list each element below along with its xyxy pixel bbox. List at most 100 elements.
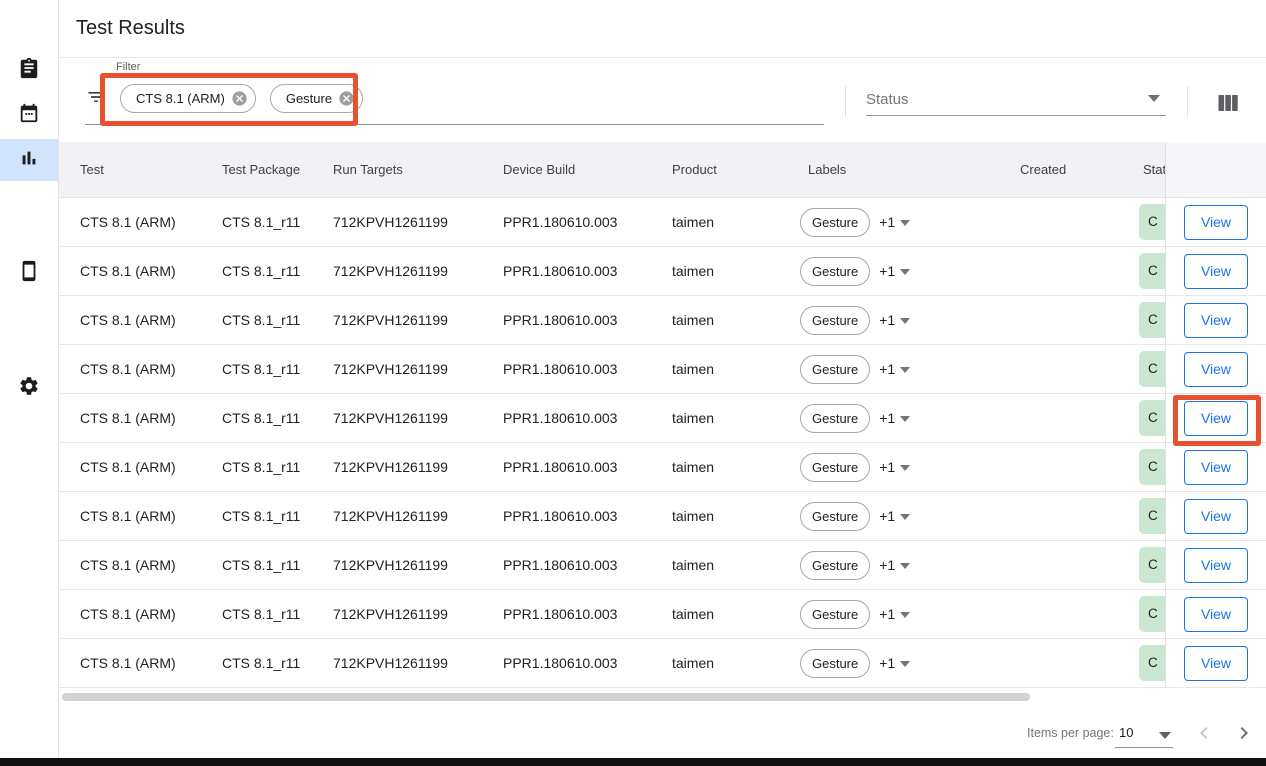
more-labels-dropdown[interactable]: +1 xyxy=(879,557,910,573)
cell-test: CTS 8.1 (ARM) xyxy=(59,361,201,377)
calendar-icon xyxy=(18,102,40,129)
remove-chip-icon[interactable] xyxy=(338,90,355,107)
more-labels-dropdown[interactable]: +1 xyxy=(879,655,910,671)
chip-label: CTS 8.1 (ARM) xyxy=(136,91,225,106)
cell-run-targets: 712KPVH1261199 xyxy=(312,459,482,475)
more-labels-dropdown[interactable]: +1 xyxy=(879,410,910,426)
cell-action: View xyxy=(1166,639,1266,688)
cell-labels: Gesture +1 xyxy=(787,404,999,433)
cell-product: taimen xyxy=(651,459,787,475)
cell-product: taimen xyxy=(651,508,787,524)
cell-test-package: CTS 8.1_r11 xyxy=(201,312,312,328)
items-per-page-select[interactable]: 10 xyxy=(1115,722,1173,748)
cell-labels: Gesture +1 xyxy=(787,453,999,482)
view-button[interactable]: View xyxy=(1184,548,1248,583)
label-chip-text: Gesture xyxy=(812,215,858,230)
table-row: CTS 8.1 (ARM) CTS 8.1_r11 712KPVH1261199… xyxy=(59,443,1266,492)
filter-list-icon xyxy=(86,87,106,107)
remove-chip-icon[interactable] xyxy=(231,90,248,107)
table-header: Test Test Package Run Targets Device Bui… xyxy=(59,142,1266,198)
view-button[interactable]: View xyxy=(1184,303,1248,338)
label-chip-text: Gesture xyxy=(812,607,858,622)
items-per-page-value: 10 xyxy=(1119,725,1133,740)
view-columns-button[interactable] xyxy=(1216,92,1240,112)
cell-run-targets: 712KPVH1261199 xyxy=(312,606,482,622)
horizontal-scrollbar-thumb[interactable] xyxy=(62,693,1030,701)
label-chip: Gesture xyxy=(800,306,870,335)
cell-test: CTS 8.1 (ARM) xyxy=(59,459,201,475)
cell-action: View xyxy=(1166,345,1266,394)
bar-chart-icon xyxy=(18,147,40,174)
toolbar-divider xyxy=(1187,86,1188,117)
cell-run-targets: 712KPVH1261199 xyxy=(312,557,482,573)
dropdown-arrow-icon xyxy=(1159,732,1171,739)
label-chip: Gesture xyxy=(800,502,870,531)
label-chip-text: Gesture xyxy=(812,656,858,671)
column-header-labels: Labels xyxy=(787,162,999,177)
cell-run-targets: 712KPVH1261199 xyxy=(312,312,482,328)
view-button[interactable]: View xyxy=(1184,352,1248,387)
cell-test: CTS 8.1 (ARM) xyxy=(59,508,201,524)
sidebar-item-devices[interactable] xyxy=(0,252,58,294)
more-labels-count: +1 xyxy=(879,361,895,377)
cell-labels: Gesture +1 xyxy=(787,257,999,286)
view-button[interactable]: View xyxy=(1184,450,1248,485)
next-page-button[interactable] xyxy=(1232,721,1256,745)
more-labels-dropdown[interactable]: +1 xyxy=(879,508,910,524)
dropdown-arrow-icon xyxy=(900,318,910,324)
more-labels-dropdown[interactable]: +1 xyxy=(879,214,910,230)
cell-run-targets: 712KPVH1261199 xyxy=(312,410,482,426)
view-button[interactable]: View xyxy=(1184,597,1248,632)
page-title: Test Results xyxy=(76,17,185,40)
cell-test-package: CTS 8.1_r11 xyxy=(201,214,312,230)
cell-device-build: PPR1.180610.003 xyxy=(482,410,651,426)
dropdown-arrow-icon xyxy=(900,416,910,422)
more-labels-count: +1 xyxy=(879,312,895,328)
more-labels-dropdown[interactable]: +1 xyxy=(879,606,910,622)
label-chip-text: Gesture xyxy=(812,460,858,475)
sidebar-item-test-plans[interactable] xyxy=(0,94,58,136)
filter-field-underline xyxy=(85,124,824,125)
dropdown-arrow-icon[interactable] xyxy=(1148,95,1160,102)
previous-page-button[interactable] xyxy=(1192,721,1216,745)
sidebar-item-test-results[interactable] xyxy=(0,139,58,181)
cell-test-package: CTS 8.1_r11 xyxy=(201,606,312,622)
cell-product: taimen xyxy=(651,312,787,328)
sidebar-item-settings[interactable] xyxy=(0,367,58,409)
assignment-icon xyxy=(18,57,40,84)
status-select[interactable]: Status xyxy=(866,91,1166,107)
filter-chip-test[interactable]: CTS 8.1 (ARM) xyxy=(120,84,256,113)
table-row: CTS 8.1 (ARM) CTS 8.1_r11 712KPVH1261199… xyxy=(59,345,1266,394)
cell-product: taimen xyxy=(651,655,787,671)
view-button[interactable]: View xyxy=(1184,401,1248,436)
cell-action: View xyxy=(1166,394,1266,443)
cell-device-build: PPR1.180610.003 xyxy=(482,361,651,377)
sidebar-item-test-suites[interactable] xyxy=(0,49,58,91)
more-labels-dropdown[interactable]: +1 xyxy=(879,361,910,377)
cell-test: CTS 8.1 (ARM) xyxy=(59,263,201,279)
label-chip-text: Gesture xyxy=(812,509,858,524)
label-chip: Gesture xyxy=(800,649,870,678)
column-header-run-targets: Run Targets xyxy=(312,162,482,177)
more-labels-dropdown[interactable]: +1 xyxy=(879,459,910,475)
cell-run-targets: 712KPVH1261199 xyxy=(312,214,482,230)
label-chip-text: Gesture xyxy=(812,558,858,573)
cell-device-build: PPR1.180610.003 xyxy=(482,606,651,622)
label-chip: Gesture xyxy=(800,600,870,629)
view-button[interactable]: View xyxy=(1184,646,1248,681)
view-button[interactable]: View xyxy=(1184,499,1248,534)
more-labels-dropdown[interactable]: +1 xyxy=(879,312,910,328)
cell-device-build: PPR1.180610.003 xyxy=(482,655,651,671)
filter-chip-label[interactable]: Gesture xyxy=(270,84,363,113)
label-chip: Gesture xyxy=(800,208,870,237)
dropdown-arrow-icon xyxy=(900,465,910,471)
more-labels-dropdown[interactable]: +1 xyxy=(879,263,910,279)
dropdown-arrow-icon xyxy=(900,661,910,667)
view-columns-icon xyxy=(1216,92,1240,114)
items-per-page-label: Items per page: xyxy=(1027,726,1114,740)
cell-test-package: CTS 8.1_r11 xyxy=(201,361,312,377)
filter-chips: CTS 8.1 (ARM) Gesture xyxy=(120,84,363,113)
label-chip: Gesture xyxy=(800,551,870,580)
view-button[interactable]: View xyxy=(1184,254,1248,289)
view-button[interactable]: View xyxy=(1184,205,1248,240)
